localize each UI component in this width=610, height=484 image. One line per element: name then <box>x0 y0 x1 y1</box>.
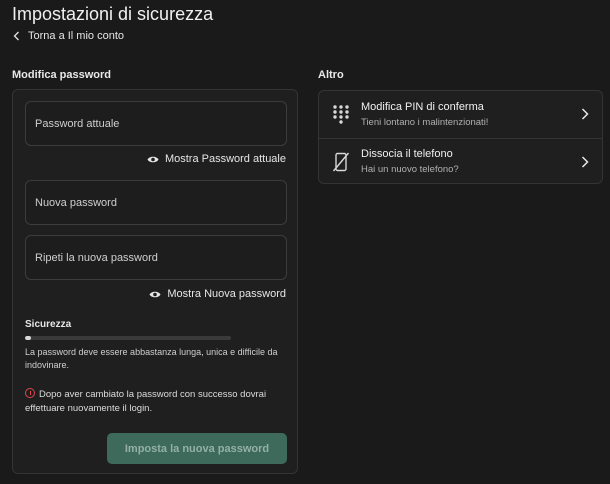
keypad-icon <box>333 105 349 124</box>
unlink-phone-subtitle: Hai un nuovo telefono? <box>361 164 459 175</box>
phone-off-icon <box>332 152 350 171</box>
repeat-password-placeholder: Ripeti la nuova password <box>35 251 158 264</box>
password-helper-text: La password deve essere abbastanza lunga… <box>25 347 278 370</box>
set-new-password-button[interactable]: Imposta la nuova password <box>107 433 287 464</box>
show-new-password-toggle[interactable]: Mostra Nuova password <box>149 288 286 300</box>
chevron-right-icon <box>581 108 589 120</box>
strength-bar-fill <box>25 336 32 340</box>
unlink-phone-title: Dissocia il telefono <box>361 148 453 160</box>
page-title: Impostazioni di sicurezza <box>12 4 214 24</box>
other-settings-card: Modifica PIN di conferma Tieni lontano i… <box>318 90 603 184</box>
change-pin-text: Modifica PIN di conferma Tieni lontano i… <box>361 101 488 128</box>
chevron-right-icon <box>581 155 589 168</box>
change-password-card: Password attuale Mostra Password attuale… <box>12 89 298 474</box>
new-password-placeholder: Nuova password <box>35 196 117 209</box>
other-section-heading: Altro <box>318 69 344 81</box>
current-password-field[interactable]: Password attuale <box>25 101 287 146</box>
show-new-password-label: Mostra Nuova password <box>167 288 286 300</box>
repeat-password-field[interactable]: Ripeti la nuova password <box>25 235 287 280</box>
eye-icon <box>147 156 159 162</box>
strength-bar <box>25 336 231 340</box>
back-link-label: Torna a Il mio conto <box>28 30 124 42</box>
relogin-notice: Dopo aver cambiato la password con succe… <box>25 388 291 416</box>
password-section-heading: Modifica password <box>12 69 112 81</box>
back-link[interactable]: Torna a Il mio conto <box>12 30 124 42</box>
show-current-password-toggle[interactable]: Mostra Password attuale <box>147 153 286 165</box>
unlink-phone-text: Dissocia il telefono Hai un nuovo telefo… <box>361 148 459 175</box>
relogin-notice-text: Dopo aver cambiato la password con succe… <box>25 389 267 414</box>
current-password-placeholder: Password attuale <box>35 117 120 130</box>
eye-icon <box>149 291 161 297</box>
new-password-field[interactable]: Nuova password <box>25 180 287 225</box>
change-pin-subtitle: Tieni lontano i malintenzionati! <box>361 116 489 128</box>
unlink-phone-item[interactable]: Dissocia il telefono Hai un nuovo telefo… <box>319 138 602 184</box>
strength-label: Sicurezza <box>25 319 72 330</box>
change-pin-title: Modifica PIN di conferma <box>361 100 484 113</box>
chevron-left-icon <box>13 31 19 41</box>
change-pin-item[interactable]: Modifica PIN di conferma Tieni lontano i… <box>319 91 602 137</box>
show-current-password-label: Mostra Password attuale <box>164 153 286 165</box>
warning-icon <box>25 388 35 398</box>
